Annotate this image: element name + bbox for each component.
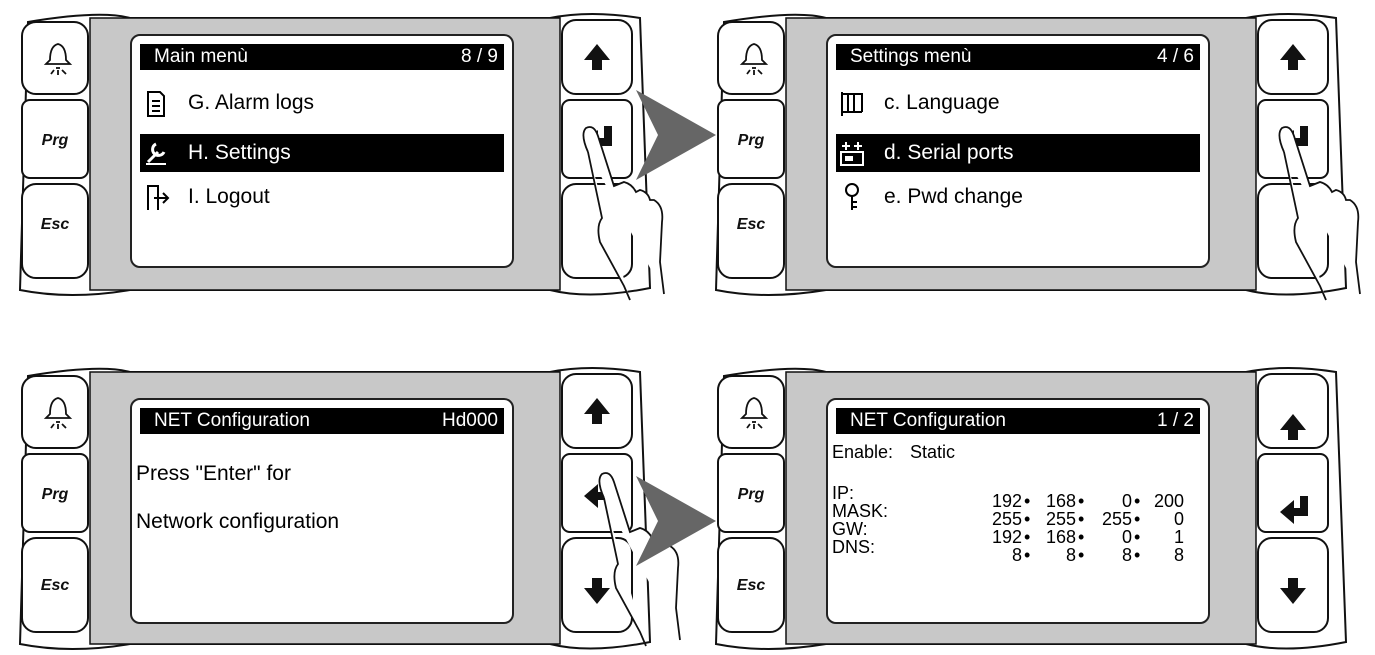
- alarm-key[interactable]: [717, 21, 785, 95]
- octet: 200: [1153, 491, 1184, 511]
- lcd-screen: Main menù 8 / 9 G. Alarm logs H. Setting…: [130, 34, 514, 268]
- page-counter: 1 / 2: [1157, 410, 1194, 431]
- octet: 8: [1065, 545, 1076, 565]
- esc-key-label: Esc: [41, 216, 70, 233]
- enable-label: Enable:: [832, 442, 894, 462]
- octet: 0: [1121, 527, 1132, 547]
- menu-item-serial-ports[interactable]: d. Serial ports: [836, 134, 1200, 172]
- octet: 0: [1173, 509, 1184, 529]
- alarm-key[interactable]: [21, 21, 89, 95]
- octet: 0: [1121, 491, 1132, 511]
- menu-item-alarm-logs[interactable]: G. Alarm logs: [140, 84, 504, 122]
- esc-key-label: Esc: [737, 216, 766, 233]
- esc-key-label: Esc: [41, 577, 70, 594]
- prg-key-label: Prg: [42, 132, 69, 149]
- controller-panel-settings-menu: Prg Esc Settings menù 4 / 6 c. Language …: [706, 8, 1366, 301]
- menu-item-pwd-change[interactable]: e. Pwd change: [836, 178, 1200, 216]
- finger-pointer: [1278, 126, 1361, 301]
- menu-item-settings[interactable]: H. Settings: [140, 134, 504, 172]
- octet-separator: •: [1024, 491, 1031, 511]
- octet-separator: •: [1078, 491, 1085, 511]
- dns-label: DNS:: [832, 537, 876, 557]
- lcd-screen: NET Configuration Hd000 Press "Enter" fo…: [130, 398, 514, 624]
- screen-title: Settings menù: [850, 46, 972, 67]
- document-icon: [147, 91, 165, 117]
- parameter-code: Hd000: [442, 410, 498, 431]
- key-icon: [845, 183, 859, 210]
- octet-separator: •: [1078, 527, 1085, 547]
- screen-title-bar: NET Configuration Hd000: [140, 408, 504, 434]
- gw-address-value[interactable]: 192 • 168 • 0 • 1: [978, 528, 1198, 546]
- octet-separator: •: [1134, 527, 1141, 547]
- octet: 255: [1045, 509, 1076, 529]
- octet-separator: •: [1024, 509, 1031, 529]
- octet: 255: [991, 509, 1022, 529]
- alarm-key[interactable]: [21, 375, 89, 449]
- screen-title: Main menù: [154, 46, 248, 67]
- dns-address-value[interactable]: 8 • 8 • 8 • 8: [978, 546, 1198, 564]
- octet-separator: •: [1078, 545, 1085, 565]
- octet: 255: [1101, 509, 1132, 529]
- menu-item-language[interactable]: c. Language: [836, 84, 1200, 122]
- svg-text:Esc: Esc: [737, 577, 766, 594]
- enable-value[interactable]: Static: [910, 442, 955, 463]
- svg-text:Esc: Esc: [737, 216, 766, 233]
- octet-separator: •: [1134, 509, 1141, 529]
- instruction-line-1: Press "Enter" for: [136, 462, 291, 485]
- octet: 192: [991, 527, 1022, 547]
- flag-icon: [841, 92, 863, 116]
- controller-panel-main-menu: Prg Esc Main menù 8 / 9 G. Alarm logs H.…: [10, 8, 670, 301]
- octet-separator: •: [1024, 545, 1031, 565]
- controller-panel-net-config-detail: Prg Esc NET Configuration 1 / 2 Enable: …: [706, 362, 1366, 652]
- mask-label: MASK:: [832, 501, 889, 521]
- octet: 8: [1173, 545, 1184, 565]
- ip-label: IP:: [832, 483, 855, 503]
- prg-key-label: Prg: [738, 132, 765, 149]
- screen-title: NET Configuration: [850, 410, 1006, 431]
- wrench-icon: [146, 142, 166, 165]
- transition-arrow: [636, 476, 716, 566]
- lcd-screen: Settings menù 4 / 6 c. Language d. Seria…: [826, 34, 1210, 268]
- prg-key-label: Prg: [738, 486, 765, 503]
- screen-title-bar: NET Configuration 1 / 2: [836, 408, 1200, 434]
- svg-text:Esc: Esc: [41, 216, 70, 233]
- controller-panel-net-config-intro: Prg Esc NET Configuration Hd000 Press "E…: [10, 362, 681, 652]
- esc-key-label: Esc: [737, 577, 766, 594]
- page-counter: 8 / 9: [461, 46, 498, 67]
- mask-address-value[interactable]: 255 • 255 • 255 • 0: [978, 510, 1198, 528]
- octet: 192: [991, 491, 1022, 511]
- octet-separator: •: [1078, 509, 1085, 529]
- transition-arrow: [636, 90, 716, 180]
- svg-text:Prg: Prg: [42, 486, 69, 503]
- page-counter: 4 / 6: [1157, 46, 1194, 67]
- svg-text:Prg: Prg: [738, 132, 765, 149]
- octet-separator: •: [1134, 545, 1141, 565]
- screen-title: NET Configuration: [154, 410, 310, 431]
- octet: 1: [1173, 527, 1184, 547]
- octet: 8: [1011, 545, 1022, 565]
- octet: 168: [1045, 527, 1076, 547]
- gw-label: GW:: [832, 519, 868, 539]
- svg-text:Prg: Prg: [42, 132, 69, 149]
- octet: 8: [1121, 545, 1132, 565]
- prg-key-label: Prg: [42, 486, 69, 503]
- instruction-line-2: Network configuration: [136, 510, 340, 533]
- screen-title-bar: Settings menù 4 / 6: [836, 44, 1200, 70]
- alarm-key[interactable]: [717, 375, 785, 449]
- serial-port-icon: [840, 142, 864, 166]
- menu-item-logout[interactable]: I. Logout: [140, 178, 504, 216]
- ip-address-value[interactable]: 192 • 168 • 0 • 200: [978, 492, 1198, 510]
- lcd-screen: NET Configuration 1 / 2 Enable: Static I…: [826, 398, 1210, 624]
- svg-text:Prg: Prg: [738, 486, 765, 503]
- logout-icon: [147, 185, 170, 210]
- octet: 168: [1045, 491, 1076, 511]
- octet-separator: •: [1024, 527, 1031, 547]
- svg-text:Esc: Esc: [41, 577, 70, 594]
- octet-separator: •: [1134, 491, 1141, 511]
- screen-title-bar: Main menù 8 / 9: [140, 44, 504, 70]
